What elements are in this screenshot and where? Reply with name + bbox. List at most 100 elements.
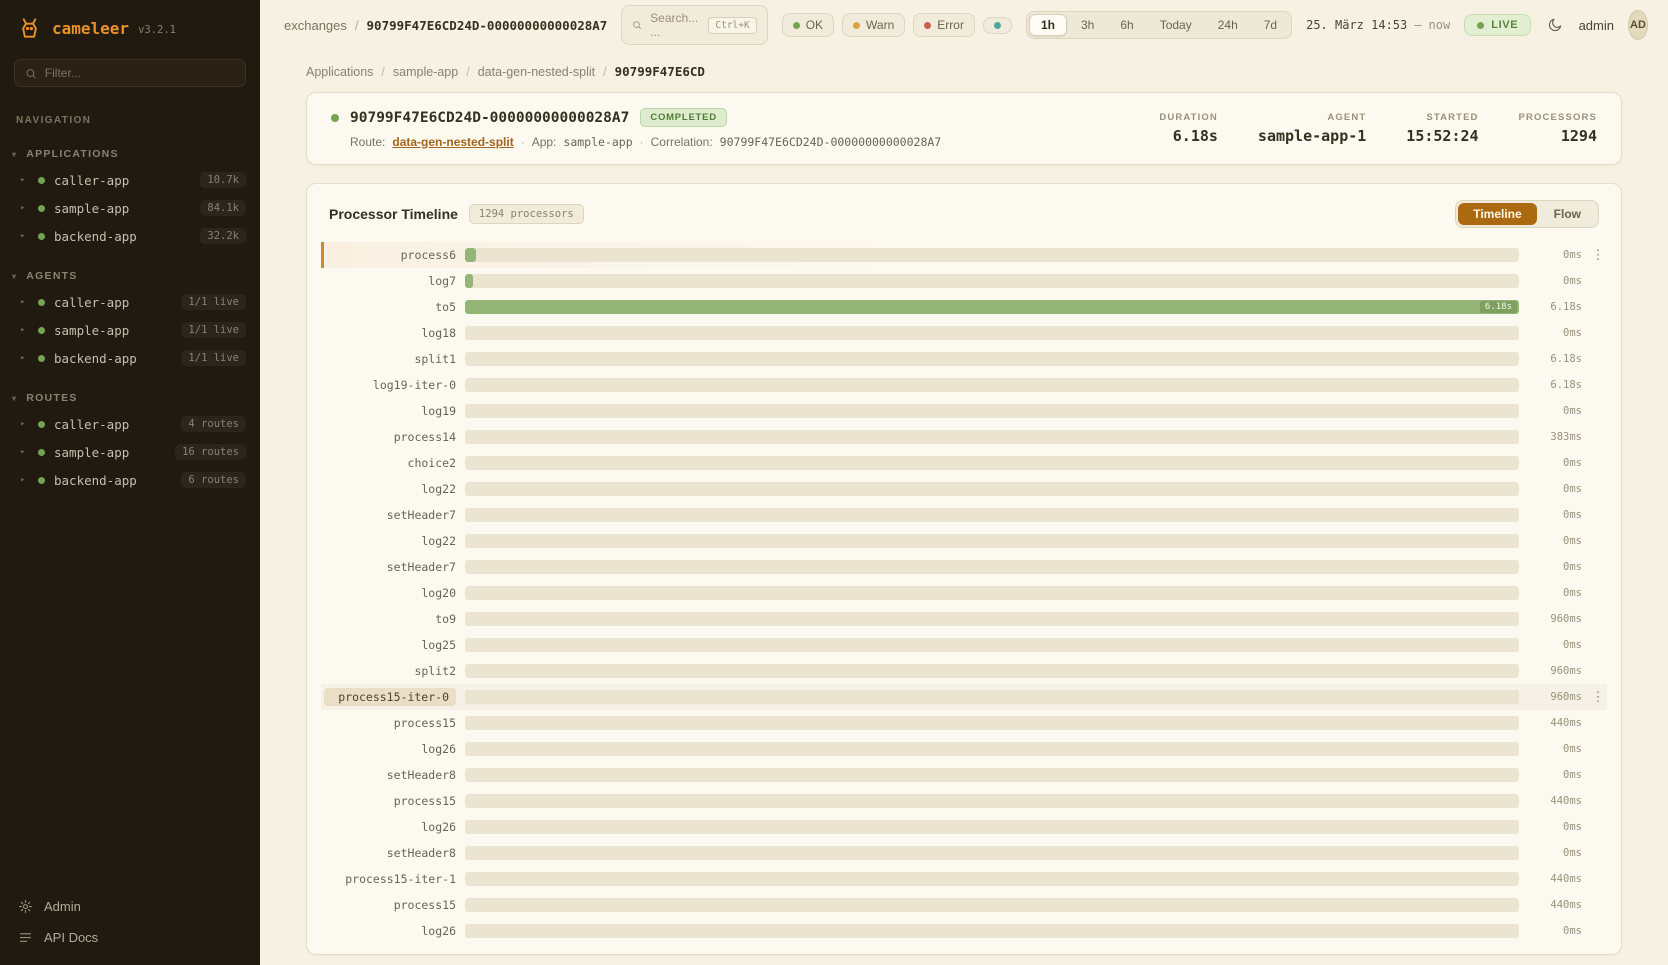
row-duration: 6.18s <box>1528 353 1582 365</box>
row-menu-icon[interactable]: ⋮ <box>1591 248 1605 263</box>
timeline-row-log26[interactable]: log260ms⋮ <box>321 918 1607 944</box>
chevron-right-icon: ▸ <box>20 475 29 485</box>
avatar[interactable]: AD <box>1628 10 1648 40</box>
sidebar-item-applications-caller-app[interactable]: ▸caller-app10.7k <box>0 166 260 194</box>
sidebar-item-agents-caller-app[interactable]: ▸caller-app1/1 live <box>0 288 260 316</box>
breadcrumb-exchanges[interactable]: exchanges <box>284 18 347 33</box>
timeline-row-choice2[interactable]: choice20ms⋮ <box>321 450 1607 476</box>
sidebar-item-admin[interactable]: Admin <box>18 899 242 914</box>
timeline-row-log20[interactable]: log200ms⋮ <box>321 580 1607 606</box>
search-button[interactable]: Search... ... Ctrl+K <box>621 5 767 45</box>
processor-label: log26 <box>324 742 456 756</box>
timeline-row-log19[interactable]: log190ms⋮ <box>321 398 1607 424</box>
sidebar-item-routes-backend-app[interactable]: ▸backend-app6 routes <box>0 466 260 494</box>
date-range[interactable]: 25. März 14:53 — now <box>1306 18 1450 32</box>
timeline-row-to9[interactable]: to9960ms⋮ <box>321 606 1607 632</box>
timeline-row-log25[interactable]: log250ms⋮ <box>321 632 1607 658</box>
timeline-row-process15[interactable]: process15440ms⋮ <box>321 892 1607 918</box>
time-range-6h[interactable]: 6h <box>1108 14 1145 36</box>
timeline-row-split2[interactable]: split2960ms⋮ <box>321 658 1607 684</box>
app-value: sample-app <box>563 135 632 149</box>
chevron-right-icon: ▸ <box>20 203 29 213</box>
breadcrumb-sample-app[interactable]: sample-app <box>393 65 458 79</box>
status-filter-chips: OK Warn Error <box>782 13 1012 37</box>
view-toggle-timeline[interactable]: Timeline <box>1458 203 1536 225</box>
breadcrumb-applications[interactable]: Applications <box>306 65 373 79</box>
admin-label: Admin <box>44 899 81 914</box>
status-filter-label: Warn <box>866 18 894 32</box>
status-filter-extra[interactable] <box>983 17 1012 34</box>
processor-label: to5 <box>324 300 456 314</box>
status-dot <box>38 177 45 184</box>
timeline-row-setheader7[interactable]: setHeader70ms⋮ <box>321 502 1607 528</box>
row-duration: 6.18s <box>1528 379 1582 391</box>
timeline-row-log22[interactable]: log220ms⋮ <box>321 476 1607 502</box>
sidebar-item-routes-sample-app[interactable]: ▸sample-app16 routes <box>0 438 260 466</box>
duration-bar <box>465 248 476 262</box>
correlation-value: 90799F47E6CD24D-00000000000028A7 <box>720 135 942 149</box>
topbar: exchanges / 90799F47E6CD24D-000000000000… <box>260 0 1668 50</box>
status-filter-ok[interactable]: OK <box>782 13 834 37</box>
sidebar-item-applications-sample-app[interactable]: ▸sample-app84.1k <box>0 194 260 222</box>
live-dot <box>1477 22 1484 29</box>
breadcrumb-data-gen-nested-split[interactable]: data-gen-nested-split <box>478 65 595 79</box>
status-filter-error[interactable]: Error <box>913 13 975 37</box>
timeline-row-log26[interactable]: log260ms⋮ <box>321 736 1607 762</box>
timeline-row-process14[interactable]: process14383ms⋮ <box>321 424 1607 450</box>
sidebar-item-badge: 1/1 live <box>181 350 246 366</box>
time-range-3h[interactable]: 3h <box>1069 14 1106 36</box>
time-range-24h[interactable]: 24h <box>1206 14 1250 36</box>
sidebar-sections: ▾APPLICATIONS▸caller-app10.7k▸sample-app… <box>0 128 260 494</box>
sidebar-item-agents-backend-app[interactable]: ▸backend-app1/1 live <box>0 344 260 372</box>
status-dot <box>994 22 1001 29</box>
row-duration: 0ms <box>1528 587 1582 599</box>
sidebar-item-routes-caller-app[interactable]: ▸caller-app4 routes <box>0 410 260 438</box>
view-toggle-flow[interactable]: Flow <box>1539 203 1596 225</box>
processor-label: process15 <box>324 898 456 912</box>
timeline-row-setheader8[interactable]: setHeader80ms⋮ <box>321 762 1607 788</box>
timeline-row-setheader8[interactable]: setHeader80ms⋮ <box>321 840 1607 866</box>
timeline-track: 6.18s <box>465 300 1519 314</box>
timeline-row-setheader7[interactable]: setHeader70ms⋮ <box>321 554 1607 580</box>
timeline-row-split1[interactable]: split16.18s⋮ <box>321 346 1607 372</box>
time-range-today[interactable]: Today <box>1148 14 1204 36</box>
timeline-row-process15[interactable]: process15440ms⋮ <box>321 710 1607 736</box>
timeline-row-process6[interactable]: process60ms⋮ <box>321 242 1607 268</box>
timeline-row-log26[interactable]: log260ms⋮ <box>321 814 1607 840</box>
filter-input[interactable] <box>45 66 235 80</box>
timeline-row-log19-iter-0[interactable]: log19-iter-06.18s⋮ <box>321 372 1607 398</box>
route-link[interactable]: data-gen-nested-split <box>392 135 513 149</box>
theme-toggle-button[interactable] <box>1545 10 1564 40</box>
route-label: Route: <box>350 135 385 149</box>
section-header-routes[interactable]: ▾ROUTES <box>0 388 260 410</box>
navigation-label: NAVIGATION <box>16 115 244 126</box>
sidebar-item-api-docs[interactable]: API Docs <box>18 930 242 945</box>
main-area: exchanges / 90799F47E6CD24D-000000000000… <box>260 0 1668 965</box>
app-logo[interactable]: cameleer v3.2.1 <box>0 0 260 55</box>
status-filter-warn[interactable]: Warn <box>842 13 905 37</box>
time-range-1h[interactable]: 1h <box>1029 14 1067 36</box>
sidebar-item-agents-sample-app[interactable]: ▸sample-app1/1 live <box>0 316 260 344</box>
timeline-row-process15-iter-1[interactable]: process15-iter-1440ms⋮ <box>321 866 1607 892</box>
timeline-row-process15-iter-0[interactable]: process15-iter-0960ms⋮ <box>321 684 1607 710</box>
time-range-7d[interactable]: 7d <box>1252 14 1289 36</box>
timeline-row-process15[interactable]: process15440ms⋮ <box>321 788 1607 814</box>
section-header-applications[interactable]: ▾APPLICATIONS <box>0 144 260 166</box>
timeline-row-log22[interactable]: log220ms⋮ <box>321 528 1607 554</box>
timeline-row-to5[interactable]: to56.18s6.18s⋮ <box>321 294 1607 320</box>
section-header-agents[interactable]: ▾AGENTS <box>0 266 260 288</box>
gear-icon <box>18 899 33 914</box>
processor-label: setHeader8 <box>324 768 456 782</box>
sidebar-section-agents: ▾AGENTS▸caller-app1/1 live▸sample-app1/1… <box>0 266 260 372</box>
timeline-row-log18[interactable]: log180ms⋮ <box>321 320 1607 346</box>
row-duration: 960ms <box>1528 613 1582 625</box>
processor-label: setHeader7 <box>324 508 456 522</box>
live-toggle[interactable]: LIVE <box>1464 14 1531 36</box>
section-title: ROUTES <box>26 392 77 404</box>
sidebar-item-applications-backend-app[interactable]: ▸backend-app32.2k <box>0 222 260 250</box>
processor-label: process6 <box>324 248 456 262</box>
row-menu-icon[interactable]: ⋮ <box>1591 690 1605 705</box>
row-duration: 960ms <box>1528 691 1582 703</box>
processor-label: process15 <box>324 716 456 730</box>
timeline-row-log7[interactable]: log70ms⋮ <box>321 268 1607 294</box>
